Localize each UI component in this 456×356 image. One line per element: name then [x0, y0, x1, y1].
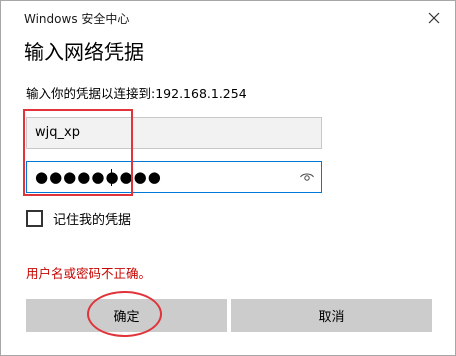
remember-label: 记住我的凭据: [53, 213, 132, 228]
username-field[interactable]: wjq_xp: [26, 117, 322, 149]
remember-checkbox[interactable]: [26, 210, 43, 227]
remember-credentials-row[interactable]: 记住我的凭据: [26, 209, 131, 228]
error-message: 用户名或密码不正确。: [26, 266, 152, 281]
dialog-heading: 输入网络凭据: [24, 40, 144, 64]
password-field[interactable]: ●●●●●●●●●: [26, 161, 322, 193]
eye-icon[interactable]: [299, 169, 315, 185]
connect-prompt: 输入你的凭据以连接到:192.168.1.254: [26, 86, 247, 101]
text-caret: [111, 169, 112, 186]
password-masked-value: ●●●●●●●●●: [35, 168, 162, 186]
credential-dialog: Windows 安全中心 输入网络凭据 输入你的凭据以连接到:192.168.1…: [0, 0, 456, 356]
window-title: Windows 安全中心: [24, 12, 130, 26]
close-icon: [428, 12, 440, 24]
ok-button[interactable]: 确定: [26, 299, 227, 332]
close-button[interactable]: [421, 5, 447, 31]
cancel-button[interactable]: 取消: [231, 299, 432, 332]
